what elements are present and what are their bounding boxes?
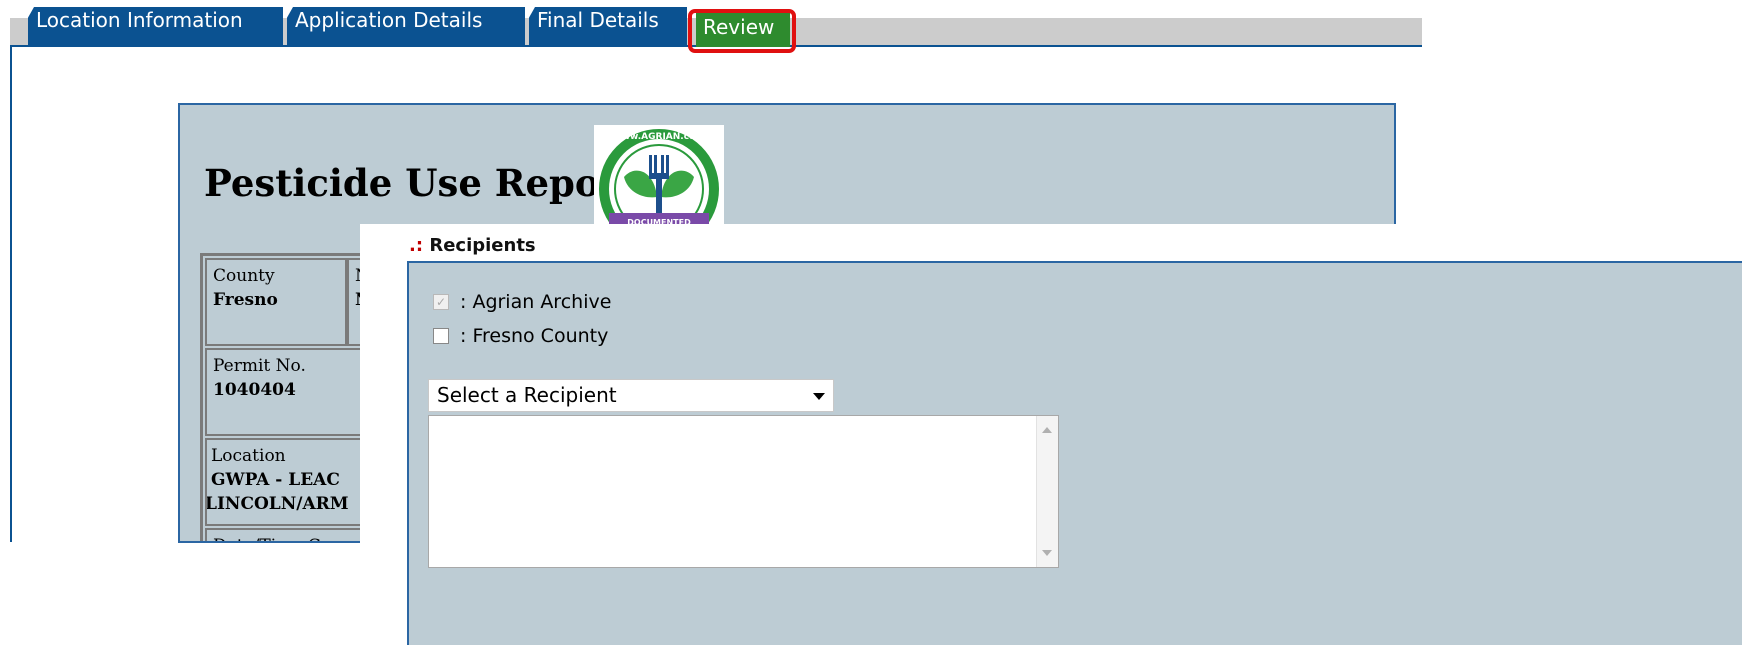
tab-content-border-left bbox=[10, 45, 12, 542]
tab-location-information[interactable]: Location Information bbox=[28, 7, 283, 45]
fresno-county-checkbox[interactable] bbox=[433, 328, 449, 344]
listbox-scrollbar[interactable] bbox=[1036, 416, 1058, 567]
agrian-archive-checkbox[interactable]: ✓ bbox=[433, 294, 449, 310]
recipients-popup: .: Recipients ✓ : Agrian Archive : Fresn… bbox=[360, 224, 1742, 645]
fresno-county-label: : Fresno County bbox=[460, 325, 609, 347]
county-cell: County Fresno bbox=[205, 258, 347, 346]
county-value: Fresno bbox=[213, 290, 278, 310]
tab-final-details[interactable]: Final Details bbox=[529, 7, 687, 45]
recipient-option-fresno-county: : Fresno County bbox=[433, 324, 608, 348]
recipient-select[interactable]: Select a Recipient bbox=[428, 379, 834, 412]
location-value-line1: GWPA - LEAC bbox=[211, 470, 340, 490]
agrian-archive-label: : Agrian Archive bbox=[460, 291, 612, 313]
location-value-line2: LINCOLN/ARM bbox=[205, 494, 349, 514]
chevron-down-icon bbox=[813, 393, 825, 400]
tab-review[interactable]: Review bbox=[696, 13, 790, 47]
agrian-logo: www.AGRIAN.com DOCUMENTED bbox=[594, 125, 724, 229]
scroll-down-arrow-icon[interactable] bbox=[1042, 550, 1052, 556]
recipient-select-value: Select a Recipient bbox=[437, 383, 617, 407]
recipients-title-text: Recipients bbox=[429, 235, 536, 256]
county-label: County bbox=[213, 266, 275, 286]
recipient-option-agrian-archive: ✓ : Agrian Archive bbox=[433, 290, 611, 314]
recipients-panel: ✓ : Agrian Archive : Fresno County Selec… bbox=[407, 261, 1742, 645]
recipients-title: .: Recipients bbox=[409, 235, 536, 256]
report-title: Pesticide Use Report bbox=[204, 161, 637, 205]
scroll-up-arrow-icon[interactable] bbox=[1042, 427, 1052, 433]
tab-application-details[interactable]: Application Details bbox=[287, 7, 525, 45]
recipients-title-prefix: .: bbox=[409, 235, 424, 256]
permit-value: 1040404 bbox=[213, 380, 296, 400]
recipient-listbox[interactable] bbox=[428, 415, 1059, 568]
logo-text: www.AGRIAN.com bbox=[613, 132, 704, 142]
